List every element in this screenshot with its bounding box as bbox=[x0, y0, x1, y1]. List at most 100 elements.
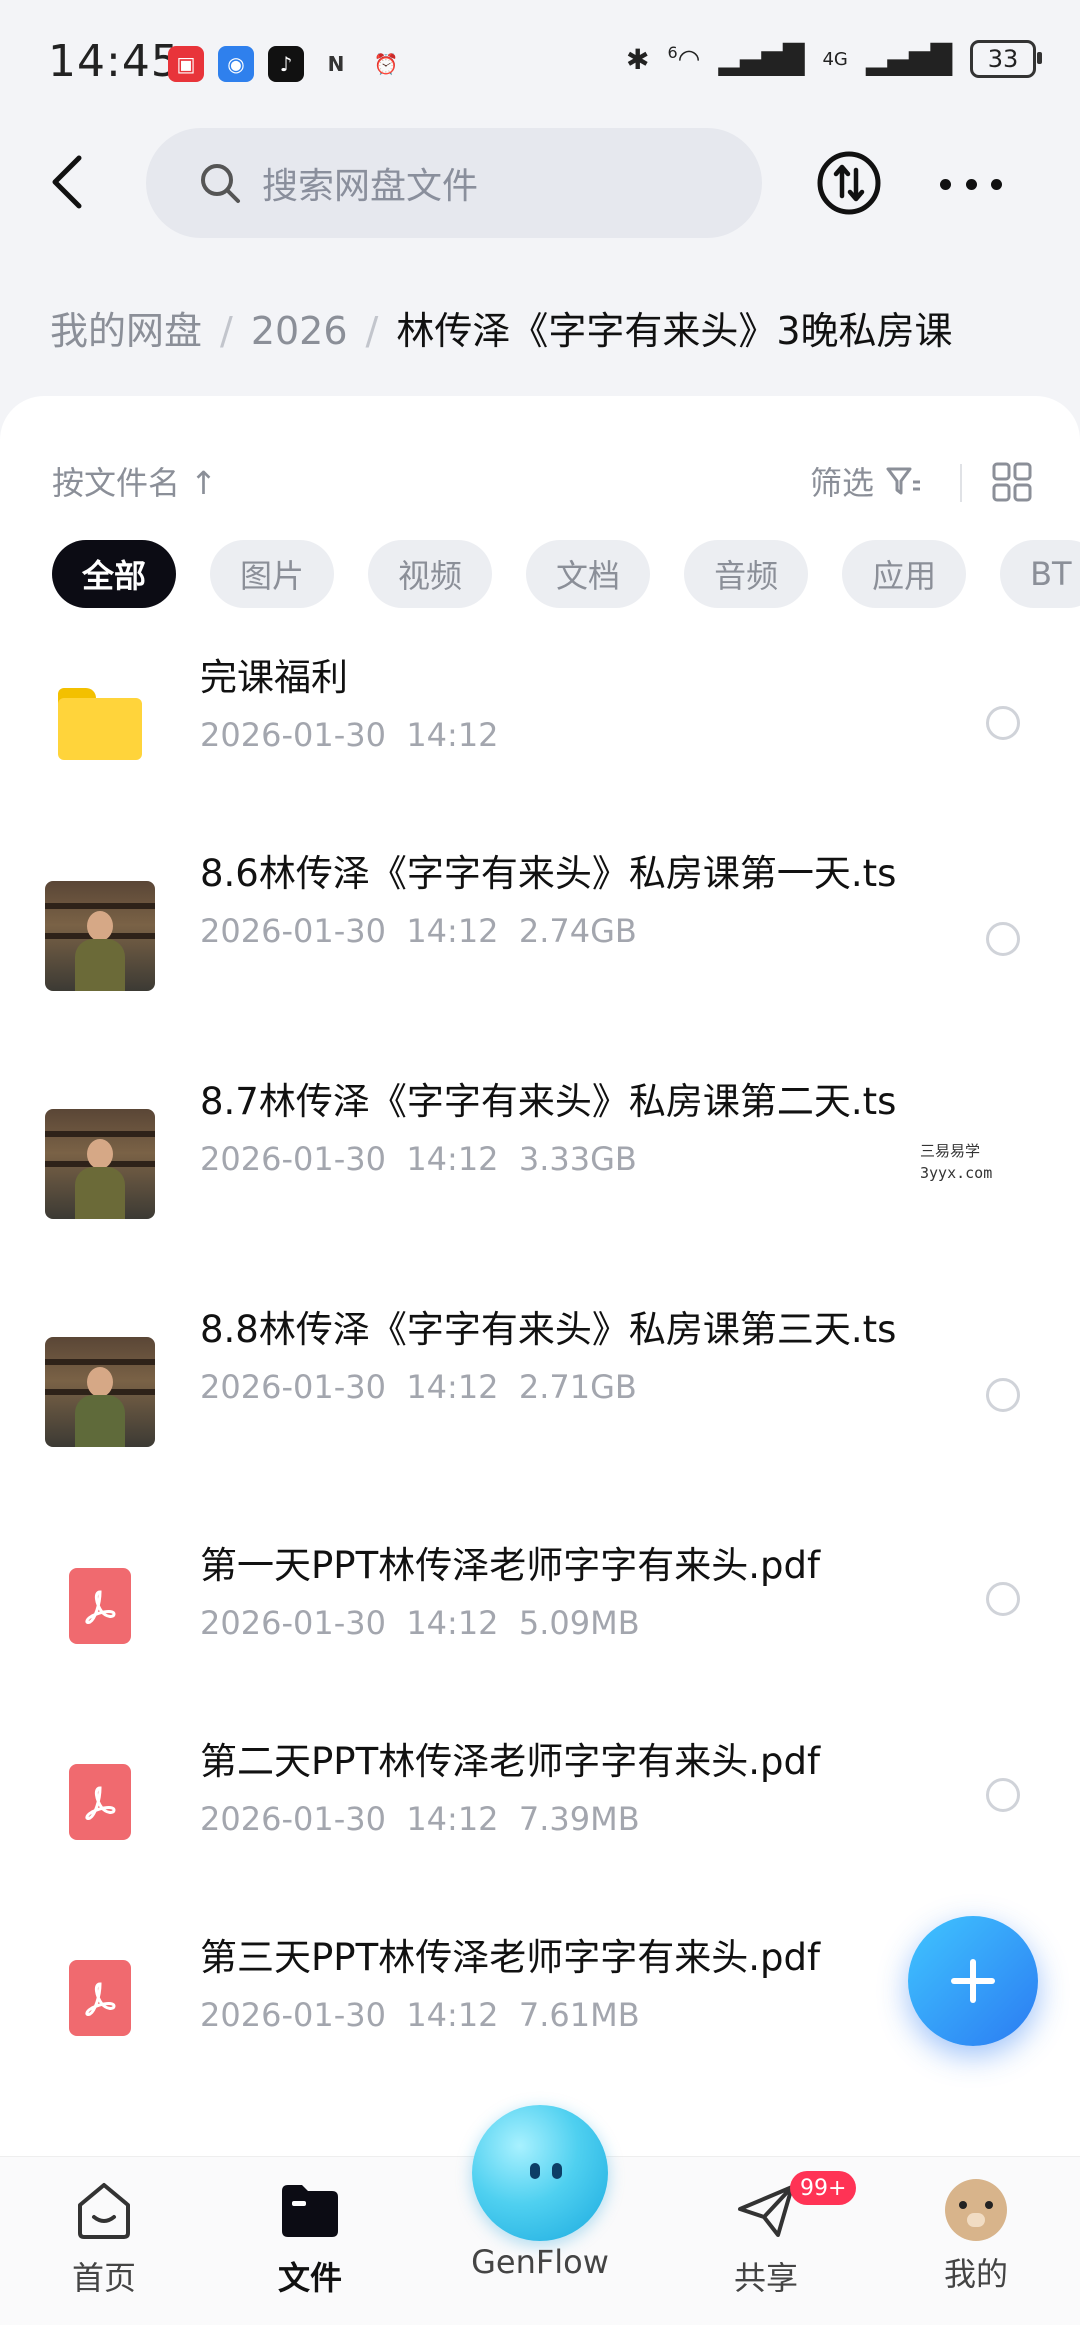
home-icon bbox=[78, 2183, 130, 2239]
file-time: 14:12 bbox=[406, 1604, 499, 1642]
search-placeholder: 搜索网盘文件 bbox=[262, 166, 479, 207]
file-size: 7.61MB bbox=[518, 1996, 640, 2034]
chip-apps[interactable]: 应用 bbox=[842, 540, 967, 608]
file-date: 2026-01-30 bbox=[200, 1368, 386, 1406]
file-meta: 2026-01-30 14:12 2.71GB bbox=[200, 1368, 900, 1406]
nav-home-label: 首页 bbox=[71, 2259, 136, 2297]
file-size: 2.71GB bbox=[518, 1368, 637, 1406]
nav-files-label: 文件 bbox=[277, 2259, 342, 2297]
select-radio[interactable] bbox=[986, 922, 1020, 956]
search-icon bbox=[201, 164, 240, 203]
top-bar: 搜索网盘文件 bbox=[0, 124, 1080, 242]
watermark-line1: 三易易学 bbox=[920, 1142, 981, 1160]
file-name: 第三天PPT林传泽老师字字有来头.pdf bbox=[200, 1936, 820, 1979]
file-date: 2026-01-30 bbox=[200, 1996, 386, 2034]
video-thumbnail bbox=[44, 1336, 156, 1448]
chip-audio[interactable]: 音频 bbox=[684, 540, 809, 608]
file-list-panel: 按文件名 ↑ 筛选 全部 图片 视频 文档 音频 应用 BT 完课福利 2026… bbox=[0, 396, 1080, 2156]
file-size: 7.39MB bbox=[518, 1800, 640, 1838]
nav-genflow-label: GenFlow bbox=[471, 2243, 609, 2281]
folder-icon bbox=[282, 2185, 338, 2237]
tiktok-app-icon: ♪ bbox=[268, 46, 304, 82]
wifi-superscript: 6 bbox=[667, 43, 678, 63]
divider bbox=[960, 464, 962, 502]
file-row[interactable]: 第一天PPT林传泽老师字字有来头.pdf 2026-01-30 14:12 5.… bbox=[0, 1542, 1080, 1712]
file-row[interactable]: 8.8林传泽《字字有来头》私房课第三天.ts 2026-01-30 14:12 … bbox=[0, 1308, 1080, 1514]
file-time: 14:12 bbox=[406, 1368, 499, 1406]
file-time: 14:12 bbox=[406, 912, 499, 950]
file-name: 8.8林传泽《字字有来头》私房课第三天.ts bbox=[200, 1308, 897, 1351]
sort-by-name-button[interactable]: 按文件名 ↑ bbox=[52, 458, 217, 504]
notification-icons: ▣ ◉ ♪ N ⏰ bbox=[168, 46, 404, 82]
breadcrumb: 我的网盘 / 2026 / 林传泽《字字有来头》3晚私房课 bbox=[50, 300, 953, 355]
file-name: 8.6林传泽《字字有来头》私房课第一天.ts bbox=[200, 852, 897, 895]
status-time: 14:45 bbox=[48, 36, 180, 87]
chip-documents[interactable]: 文档 bbox=[526, 540, 651, 608]
avatar bbox=[945, 2179, 1007, 2241]
folder-icon bbox=[44, 668, 156, 780]
filter-button[interactable]: 筛选 bbox=[810, 458, 922, 504]
file-name: 完课福利 bbox=[200, 656, 348, 699]
breadcrumb-separator: / bbox=[365, 309, 379, 353]
transfer-button[interactable] bbox=[816, 150, 882, 216]
genflow-icon[interactable] bbox=[472, 2105, 608, 2241]
sort-bar: 按文件名 ↑ 筛选 bbox=[52, 452, 1032, 512]
file-meta: 2026-01-30 14:12 bbox=[200, 716, 900, 754]
pdf-icon bbox=[44, 1942, 156, 2054]
file-row[interactable]: 第二天PPT林传泽老师字字有来头.pdf 2026-01-30 14:12 7.… bbox=[0, 1738, 1080, 1908]
grid-view-icon[interactable] bbox=[992, 462, 1032, 502]
nav-profile[interactable]: 我的 bbox=[906, 2179, 1046, 2295]
watermark: 三易易学 3yyx.com bbox=[920, 1140, 992, 1184]
file-time: 14:12 bbox=[406, 1996, 499, 2034]
file-row[interactable]: 完课福利 2026-01-30 14:12 bbox=[0, 646, 1080, 846]
bottom-nav: 首页 文件 GenFlow 共享 99+ 我的 bbox=[0, 2105, 1080, 2325]
chip-all[interactable]: 全部 bbox=[52, 540, 177, 608]
breadcrumb-current: 林传泽《字字有来头》3晚私房课 bbox=[396, 309, 953, 353]
wifi-icon: 6◠ bbox=[667, 43, 701, 75]
file-time: 14:12 bbox=[406, 1140, 499, 1178]
file-row[interactable]: 8.6林传泽《字字有来头》私房课第一天.ts 2026-01-30 14:12 … bbox=[0, 852, 1080, 1058]
file-meta: 2026-01-30 14:12 3.33GB bbox=[200, 1140, 900, 1178]
video-thumbnail bbox=[44, 880, 156, 992]
file-size: 3.33GB bbox=[518, 1140, 637, 1178]
file-size: 5.09MB bbox=[518, 1604, 640, 1642]
dot-icon bbox=[965, 178, 977, 190]
nav-home[interactable]: 首页 bbox=[34, 2179, 174, 2299]
chip-images[interactable]: 图片 bbox=[210, 540, 335, 608]
file-meta: 2026-01-30 14:12 5.09MB bbox=[200, 1604, 900, 1642]
share-badge: 99+ bbox=[790, 2171, 857, 2205]
nav-files[interactable]: 文件 bbox=[240, 2179, 380, 2299]
breadcrumb-item-root[interactable]: 我的网盘 bbox=[50, 309, 202, 353]
signal-icon-2: ▂▄▆█ bbox=[865, 42, 952, 76]
file-row[interactable]: 8.7林传泽《字字有来头》私房课第二天.ts 2026-01-30 14:12 … bbox=[0, 1080, 1080, 1286]
nav-share-label: 共享 bbox=[733, 2259, 798, 2297]
pdf-icon bbox=[44, 1550, 156, 1662]
add-button[interactable] bbox=[908, 1916, 1038, 2046]
select-radio[interactable] bbox=[986, 1778, 1020, 1812]
network-label: 4G bbox=[822, 48, 848, 70]
filter-icon bbox=[886, 467, 920, 495]
nav-genflow[interactable]: GenFlow bbox=[470, 2243, 610, 2281]
file-date: 2026-01-30 bbox=[200, 1800, 386, 1838]
plus-icon bbox=[951, 1959, 995, 2003]
breadcrumb-item-year[interactable]: 2026 bbox=[251, 309, 348, 353]
file-time: 14:12 bbox=[406, 1800, 499, 1838]
select-radio[interactable] bbox=[986, 706, 1020, 740]
file-date: 2026-01-30 bbox=[200, 1140, 386, 1178]
network-type: 4G bbox=[822, 49, 847, 70]
dot-icon bbox=[991, 178, 1002, 190]
chip-bt[interactable]: BT bbox=[1000, 540, 1080, 608]
file-date: 2026-01-30 bbox=[200, 1604, 386, 1642]
select-radio[interactable] bbox=[986, 1378, 1020, 1412]
search-input[interactable]: 搜索网盘文件 bbox=[146, 128, 762, 238]
chevron-left-icon bbox=[52, 155, 82, 209]
more-options-button[interactable] bbox=[940, 164, 1002, 204]
status-right: ✱ 6◠ ▂▄▆█ 4G ▂▄▆█ 33 bbox=[626, 40, 1042, 78]
signal-icon: ▂▄▆█ bbox=[718, 42, 805, 76]
status-bar: 14:45 ▣ ◉ ♪ N ⏰ ✱ 6◠ ▂▄▆█ 4G ▂▄▆█ 33 bbox=[0, 0, 1080, 120]
alarm-icon: ⏰ bbox=[373, 52, 399, 76]
back-button[interactable] bbox=[36, 152, 96, 212]
video-thumbnail bbox=[44, 1108, 156, 1220]
chip-videos[interactable]: 视频 bbox=[368, 540, 493, 608]
select-radio[interactable] bbox=[986, 1582, 1020, 1616]
